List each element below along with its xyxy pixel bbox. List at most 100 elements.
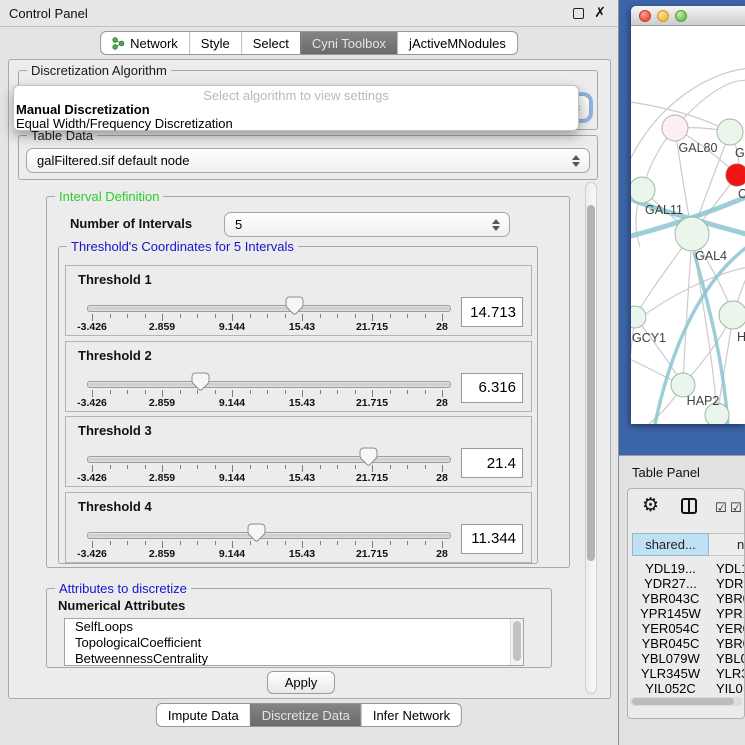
slider-thumb[interactable] [191,372,210,391]
table-row[interactable]: YBR045CYBR0 [632,636,745,651]
tab-label: Impute Data [168,708,239,723]
table-cell: YBR045C [632,636,709,651]
column-header-name[interactable]: na [709,533,745,556]
apply-button[interactable]: Apply [267,671,335,694]
column-header-shared[interactable]: shared... [632,533,709,556]
network-node-selected-red[interactable] [726,164,745,186]
checkbox-icon[interactable]: ☑ [730,500,742,516]
table-cell: YBR0 [709,591,745,606]
table-data-combobox-value: galFiltered.sif default node [37,153,189,168]
tab-jactivemnodules[interactable]: jActiveMNodules [397,32,517,54]
list-scrollbar[interactable] [510,619,523,665]
table-header: shared... na [632,533,745,556]
list-item[interactable]: TopologicalCoefficient [65,635,523,651]
tick-label: 2.859 [149,397,175,409]
tick-mark [285,465,286,469]
slider-track[interactable] [87,381,451,388]
network-node-gal80[interactable] [662,115,688,141]
horizontal-scrollbar[interactable] [630,697,742,706]
table-cell: YBR043C [632,591,709,606]
tick-mark [127,541,128,545]
network-window[interactable]: GAL80GACGAL11GAL4GCY1HHAP2 [631,6,745,424]
tab-network[interactable]: Network [101,32,189,54]
float-icon[interactable] [573,8,584,19]
tick-mark [110,541,111,545]
threshold-value-field[interactable]: 6.316 [461,373,523,403]
tick-mark [442,314,443,321]
network-node-gal11[interactable] [631,177,655,203]
mac-close-icon[interactable] [639,10,651,22]
tick-mark [320,314,321,318]
num-intervals-value: 5 [235,217,242,232]
vertical-scrollbar[interactable] [585,182,597,694]
tick-mark [197,314,198,318]
tick-label: 28 [436,397,448,409]
table-data-combobox[interactable]: galFiltered.sif default node [26,148,590,173]
checkbox-icon[interactable]: ☑ [715,500,727,516]
mac-minimize-icon[interactable] [657,10,669,22]
threshold-value-field[interactable]: 14.713 [461,297,523,327]
tick-label: 28 [436,548,448,560]
numerical-attributes-list[interactable]: SelfLoopsTopologicalCoefficientBetweenne… [64,618,524,666]
table-row[interactable]: YDR27...YDR2 [632,576,745,591]
threshold-panel: Threshold 3-3.4262.8599.14415.4321.71528… [65,416,532,487]
table-row[interactable]: YDL19...YDL1 [632,561,745,576]
close-icon[interactable]: ✗ [594,4,606,21]
table-row[interactable]: YER054CYER0 [632,621,745,636]
table-row[interactable]: YBR043CYBR0 [632,591,745,606]
mac-zoom-icon[interactable] [675,10,687,22]
dropdown-option[interactable]: Manual Discretization [14,103,578,117]
vertical-scrollbar-thumb[interactable] [587,205,595,561]
node-label: GCY1 [632,331,666,345]
tab-select[interactable]: Select [241,32,300,54]
gear-icon[interactable]: ⚙ [642,495,659,517]
tab-cyni-toolbox[interactable]: Cyni Toolbox [300,32,397,54]
split-view-icon[interactable] [681,498,697,514]
tick-mark [355,390,356,394]
tick-mark [232,465,233,472]
threshold-value-field[interactable]: 11.344 [461,524,523,554]
tick-mark [215,465,216,469]
slider-thumb[interactable] [247,523,266,542]
tick-mark [442,390,443,397]
table-cell: YPR1 [709,606,745,621]
slider-track[interactable] [87,532,451,539]
tick-mark [337,314,338,318]
spinner-up-icon [492,219,500,224]
tick-mark [110,314,111,318]
slider-track[interactable] [87,305,451,312]
network-node-top-right[interactable] [717,119,743,145]
network-edge[interactable] [683,234,692,385]
list-item[interactable]: SelfLoops [65,619,523,635]
table-row[interactable]: YIL052CYIL0 [632,681,745,696]
network-node-h-right[interactable] [719,301,745,329]
tick-mark [407,390,408,394]
table-row[interactable]: YBL079WYBL0 [632,651,745,666]
list-scrollbar-thumb[interactable] [513,621,521,661]
list-item[interactable]: BetweennessCentrality [65,651,523,666]
tick-mark [442,465,443,472]
spinner-down-icon [492,226,500,231]
tab-label: jActiveMNodules [409,36,506,51]
table-row[interactable]: YLR345WYLR3 [632,666,745,681]
threshold-value-field[interactable]: 21.4 [461,448,523,478]
network-node-gal4[interactable] [675,217,709,251]
tab-discretize-data[interactable]: Discretize Data [250,704,361,726]
dropdown-option[interactable]: Equal Width/Frequency Discretization [14,117,578,131]
table-row[interactable]: YPR145WYPR1 [632,606,745,621]
node-label: H [737,330,745,344]
slider-thumb[interactable] [285,296,304,315]
horizontal-scrollbar-thumb[interactable] [632,698,734,705]
tick-mark [390,390,391,394]
tick-mark [197,465,198,469]
tick-mark [162,465,163,472]
network-node-gcy1[interactable] [631,306,646,328]
tab-style[interactable]: Style [189,32,241,54]
slider-track[interactable] [87,456,451,463]
tab-impute-data[interactable]: Impute Data [157,704,250,726]
tab-infer-network[interactable]: Infer Network [361,704,461,726]
network-canvas[interactable]: GAL80GACGAL11GAL4GCY1HHAP2 [631,26,745,424]
tab-label: Infer Network [373,708,450,723]
slider-thumb[interactable] [359,447,378,466]
num-intervals-combobox[interactable]: 5 [224,212,510,237]
